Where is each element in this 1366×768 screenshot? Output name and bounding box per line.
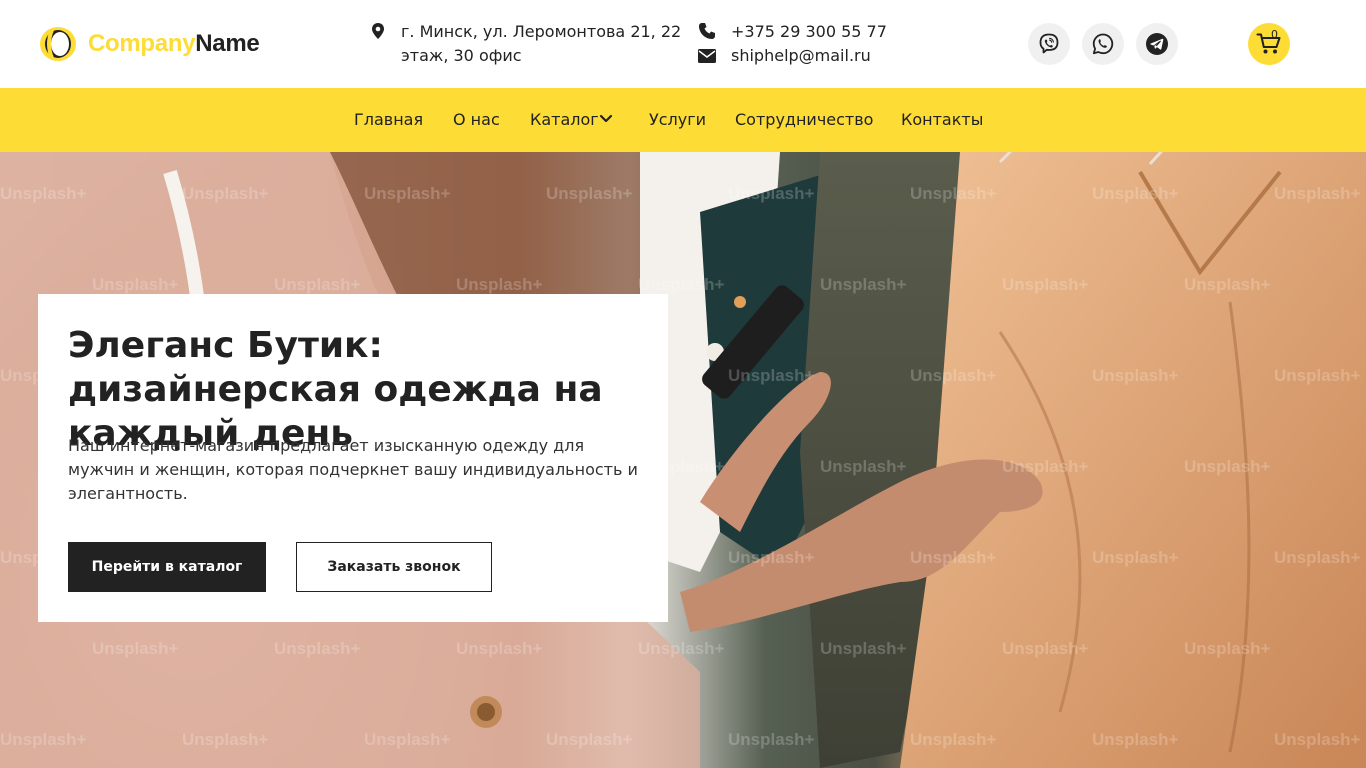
watermark-text: Unsplash+: [456, 275, 543, 294]
phone-link[interactable]: +375 29 300 55 77: [731, 20, 887, 44]
telegram-icon: [1146, 33, 1168, 55]
watermark-text: Unsplash+: [182, 730, 269, 749]
watermark-text: Unsplash+: [638, 275, 725, 294]
watermark-text: Unsplash+: [182, 184, 269, 203]
watermark-text: Unsplash+: [1092, 548, 1179, 567]
cart-button[interactable]: [1248, 23, 1290, 65]
watermark-text: Unsplash+: [728, 730, 815, 749]
map-pin-icon: [372, 23, 384, 39]
whatsapp-button[interactable]: [1082, 23, 1124, 65]
nav-item-partnership[interactable]: Сотрудничество: [735, 108, 873, 132]
watermark-text: Unsplash+: [364, 184, 451, 203]
watermark-text: Unsplash+: [364, 730, 451, 749]
watermark-text: Unsplash+: [1092, 730, 1179, 749]
watermark-text: Unsplash+: [546, 184, 633, 203]
address-line-1: г. Минск, ул. Леромонтова 21, 22: [401, 22, 682, 41]
watermark-text: Unsplash+: [728, 548, 815, 567]
watermark-text: Unsplash+: [1092, 366, 1179, 385]
email-link[interactable]: shiphelp@mail.ru: [731, 44, 871, 68]
watermark-text: Unsplash+: [0, 184, 87, 203]
hero-section: Unsplash+ Unsplash+ Unsplash+ Unsplash+ Unsp…: [0, 152, 1366, 768]
watermark-text: Unsplash+: [820, 457, 907, 476]
watermark-text: Unsplash+: [546, 730, 633, 749]
watermark-text: Unsplash+: [92, 639, 179, 658]
watermark-text: Unsplash+: [910, 730, 997, 749]
watermark-text: Unsplash+: [456, 639, 543, 658]
watermark-text: Unsplash+: [638, 639, 725, 658]
nav-item-home[interactable]: Главная: [354, 108, 423, 132]
watermark-text: Unsplash+: [1274, 730, 1361, 749]
watermark-text: Unsplash+: [1002, 457, 1089, 476]
telegram-button[interactable]: [1136, 23, 1178, 65]
watermark-text: Unsplash+: [1274, 366, 1361, 385]
whatsapp-icon: [1092, 33, 1114, 55]
watermark-text: Unsplash+: [1184, 457, 1271, 476]
watermark-text: Unsplash+: [1184, 639, 1271, 658]
logo-icon: [38, 25, 78, 63]
logo-text-company: Company: [88, 30, 196, 57]
watermark-text: Unsplash+: [1092, 184, 1179, 203]
watermark-text: Unsplash+: [274, 275, 361, 294]
logo-text: CompanyName: [88, 30, 260, 58]
nav-item-about[interactable]: О нас: [453, 108, 500, 132]
viber-button[interactable]: [1028, 23, 1070, 65]
watermark-text: Unsplash+: [910, 548, 997, 567]
watermark-text: Unsplash+: [1184, 275, 1271, 294]
logo-text-name: Name: [195, 30, 260, 57]
chevron-down-icon[interactable]: [599, 114, 613, 124]
nav-item-services[interactable]: Услуги: [649, 108, 706, 132]
watermark-text: Unsplash+: [910, 366, 997, 385]
watermark-text: Unsplash+: [92, 275, 179, 294]
watermark-text: Unsplash+: [1002, 639, 1089, 658]
phone-icon: [699, 23, 715, 39]
watermark-text: Unsplash+: [0, 730, 87, 749]
watermark-text: Unsplash+: [728, 366, 815, 385]
watermark-text: Unsplash+: [1274, 548, 1361, 567]
viber-icon: [1039, 33, 1059, 54]
main-nav: Главная О нас Каталог Услуги Сотрудничес…: [0, 88, 1366, 152]
nav-item-contacts[interactable]: Контакты: [901, 108, 983, 132]
watermark-text: Unsplash+: [1002, 275, 1089, 294]
watermark-text: Unsplash+: [910, 184, 997, 203]
cart-count-badge: 0: [1271, 28, 1278, 41]
hero-card: Элеганс Бутик: дизайнерская одежда на ка…: [38, 294, 668, 622]
cart-icon: [1256, 33, 1281, 54]
watermark-text: Unsplash+: [1274, 184, 1361, 203]
watermark-text: Unsplash+: [820, 639, 907, 658]
go-to-catalog-button[interactable]: Перейти в каталог: [68, 542, 266, 592]
watermark-text: Unsplash+: [274, 639, 361, 658]
request-call-button[interactable]: Заказать звонок: [296, 542, 492, 592]
watermark-text: Unsplash+: [820, 275, 907, 294]
envelope-icon: [698, 49, 716, 63]
address-line-2: этаж, 30 офис: [401, 46, 522, 65]
site-header: CompanyName г. Минск, ул. Леромонтова 21…: [0, 0, 1366, 88]
nav-item-catalog[interactable]: Каталог: [530, 108, 599, 132]
logo[interactable]: CompanyName: [38, 25, 260, 63]
hero-description: Наш интернет-магазин предлагает изысканн…: [68, 436, 638, 503]
watermark-text: Unsplash+: [728, 184, 815, 203]
hero-title-brand: Элеганс Бутик:: [68, 325, 383, 366]
